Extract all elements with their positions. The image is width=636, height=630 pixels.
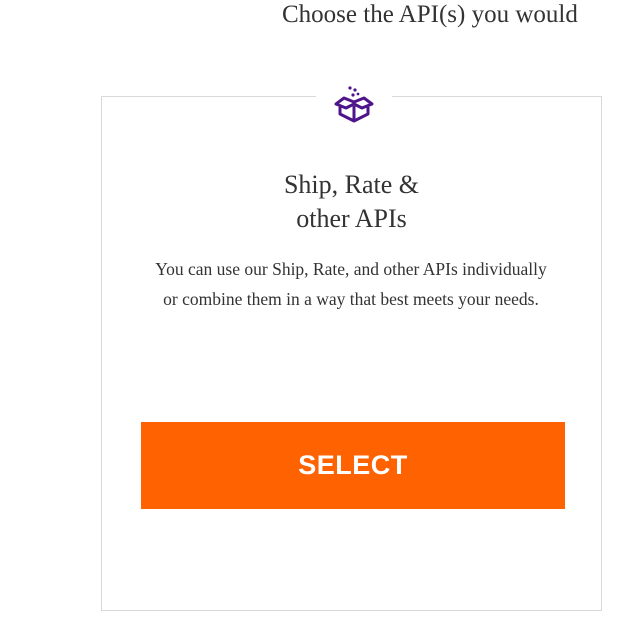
card-title: Ship, Rate & other APIs — [283, 170, 420, 233]
page-heading: Choose the API(s) you would — [282, 1, 578, 28]
card-description: You can use our Ship, Rate, and other AP… — [155, 259, 547, 309]
box-icon — [316, 84, 392, 124]
select-button[interactable]: SELECT — [141, 422, 565, 509]
